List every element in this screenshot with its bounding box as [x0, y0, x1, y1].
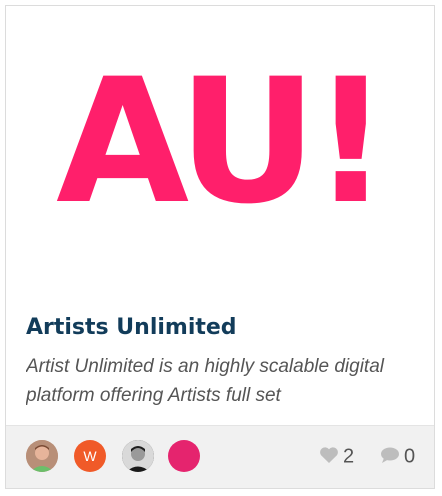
- comments-count: 0: [404, 445, 416, 468]
- avatar-user-1[interactable]: [26, 440, 58, 472]
- project-description-container: Artist Unlimited is an highly scalable d…: [26, 352, 406, 414]
- card-footer: W 2 0: [6, 425, 434, 488]
- comment-bubble-icon: [380, 446, 400, 468]
- project-card[interactable]: AU! Artists Unlimited Artist Unlimited i…: [5, 5, 435, 489]
- user-photo-bw-icon: [122, 440, 154, 472]
- project-logo[interactable]: AU!: [6, 6, 434, 306]
- comments-counter[interactable]: 0: [380, 446, 415, 468]
- likes-count: 2: [343, 445, 355, 468]
- likes-counter[interactable]: 2: [319, 446, 354, 468]
- avatar-initial: W: [83, 448, 97, 464]
- heart-icon: [319, 446, 339, 468]
- au-logo: AU!: [56, 41, 390, 242]
- user-photo-icon: [26, 440, 58, 472]
- avatar-user-4[interactable]: [168, 440, 200, 472]
- avatar-user-3[interactable]: [122, 440, 154, 472]
- avatar-user-2[interactable]: W: [74, 440, 106, 472]
- description-fade: [286, 381, 406, 414]
- project-title[interactable]: Artists Unlimited: [26, 313, 237, 343]
